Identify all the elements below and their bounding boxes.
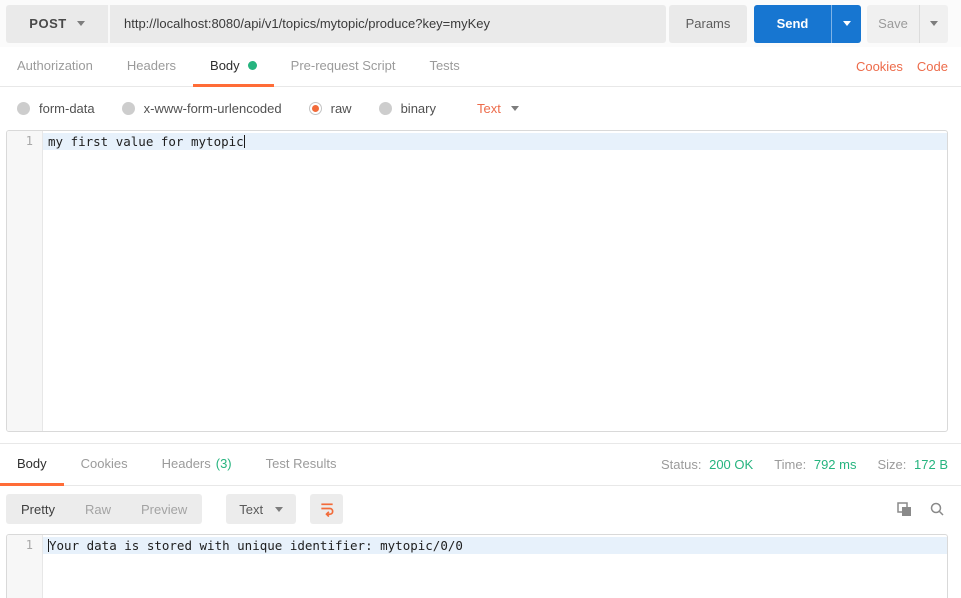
text-cursor xyxy=(243,135,245,148)
code-link[interactable]: Code xyxy=(910,47,961,86)
size-pair: Size: 172 B xyxy=(877,457,948,472)
chevron-down-icon xyxy=(842,21,851,26)
save-options-button[interactable] xyxy=(919,4,948,43)
radio-x-www-form-urlencoded[interactable]: x-www-form-urlencoded xyxy=(121,101,282,116)
status-value: 200 OK xyxy=(709,457,754,472)
search-response-button[interactable] xyxy=(926,498,948,520)
tab-label: Cookies xyxy=(80,456,128,471)
format-label: Text xyxy=(477,101,501,116)
url-field-group: POST Params xyxy=(6,4,747,43)
radio-raw[interactable]: raw xyxy=(308,101,352,116)
radio-icon xyxy=(378,102,392,115)
time-label: Time: xyxy=(774,457,807,472)
line-number-gutter: 1 xyxy=(7,535,43,598)
cookies-link[interactable]: Cookies xyxy=(849,47,910,86)
radio-icon xyxy=(17,102,30,115)
radio-label: x-www-form-urlencoded xyxy=(143,101,282,116)
body-type-bar: form-data x-www-form-urlencoded raw bina… xyxy=(0,87,961,130)
time-pair: Time: 792 ms xyxy=(774,457,856,472)
tab-label: Tests xyxy=(429,58,460,73)
tab-body[interactable]: Body xyxy=(193,47,274,87)
send-button[interactable]: Send xyxy=(754,4,831,43)
status-pair: Status: 200 OK xyxy=(661,457,753,472)
radio-label: raw xyxy=(330,101,352,116)
wrap-text-icon xyxy=(320,503,334,517)
send-options-button[interactable] xyxy=(831,4,861,43)
code-line: my first value for mytopic xyxy=(43,133,947,150)
body-modified-dot xyxy=(247,61,257,70)
response-view-toolbar: Pretty Raw Preview Text xyxy=(0,486,961,532)
line-number: 1 xyxy=(25,134,33,148)
radio-label: binary xyxy=(400,101,436,116)
response-tabs: Body Cookies Headers (3) Test Results St… xyxy=(0,444,961,486)
method-label: POST xyxy=(29,16,67,31)
body-format-select[interactable]: Text xyxy=(477,101,519,116)
tab-test-results[interactable]: Test Results xyxy=(249,444,354,486)
tab-pre-request-script[interactable]: Pre-request Script xyxy=(274,47,413,87)
radio-binary[interactable]: binary xyxy=(378,101,436,116)
view-preview-button[interactable]: Preview xyxy=(126,494,202,524)
radio-selected-icon xyxy=(308,102,322,115)
tab-response-cookies[interactable]: Cookies xyxy=(64,444,145,486)
radio-form-data[interactable]: form-data xyxy=(17,101,95,116)
response-meta: Status: 200 OK Time: 792 ms Size: 172 B xyxy=(661,444,961,485)
view-pretty-button[interactable]: Pretty xyxy=(6,494,70,524)
code-text: my first value for mytopic xyxy=(48,134,244,149)
chevron-down-icon xyxy=(510,106,519,111)
tab-label: Pre-request Script xyxy=(290,58,396,73)
send-button-group: Send xyxy=(754,4,861,43)
radio-icon xyxy=(121,102,135,115)
code-area[interactable]: Your data is stored with unique identifi… xyxy=(43,535,947,598)
save-button-group: Save xyxy=(867,4,948,43)
copy-response-button[interactable] xyxy=(893,498,915,520)
code-area[interactable]: my first value for mytopic xyxy=(43,131,947,431)
chevron-down-icon xyxy=(275,506,284,512)
response-body-viewer[interactable]: 1 Your data is stored with unique identi… xyxy=(6,534,948,598)
code-line: Your data is stored with unique identifi… xyxy=(43,537,947,554)
format-label: Text xyxy=(239,501,264,517)
headers-count-badge: (3) xyxy=(215,456,232,471)
tab-label: Headers xyxy=(126,58,177,73)
request-url-bar: POST Params Send Save xyxy=(0,0,961,47)
tab-tests[interactable]: Tests xyxy=(412,47,476,87)
tab-label: Body xyxy=(210,58,240,73)
chevron-down-icon xyxy=(76,21,85,26)
tab-headers[interactable]: Headers xyxy=(110,47,193,87)
time-value: 792 ms xyxy=(813,457,857,472)
radio-label: form-data xyxy=(39,101,95,116)
tab-response-headers[interactable]: Headers (3) xyxy=(145,444,249,486)
url-input[interactable] xyxy=(110,4,666,43)
line-number-gutter: 1 xyxy=(7,131,43,431)
tab-label: Headers xyxy=(161,456,211,471)
tab-label: Body xyxy=(17,456,47,471)
method-select[interactable]: POST xyxy=(6,4,110,43)
copy-icon xyxy=(897,502,911,516)
postman-request-view: POST Params Send Save Authorization Head… xyxy=(0,0,961,598)
response-format-select[interactable]: Text xyxy=(226,494,297,524)
line-number: 1 xyxy=(25,538,33,552)
status-label: Status: xyxy=(661,457,702,472)
size-label: Size: xyxy=(877,457,907,472)
view-mode-group: Pretty Raw Preview xyxy=(6,494,203,524)
view-raw-button[interactable]: Raw xyxy=(70,494,126,524)
search-icon xyxy=(930,502,944,516)
tab-label: Authorization xyxy=(17,58,93,73)
save-button[interactable]: Save xyxy=(867,4,919,43)
size-value: 172 B xyxy=(914,457,948,472)
chevron-down-icon xyxy=(930,21,938,26)
tab-label: Test Results xyxy=(265,456,337,471)
wrap-text-button[interactable] xyxy=(310,494,344,524)
request-body-editor[interactable]: 1 my first value for mytopic xyxy=(6,130,948,432)
code-text: Your data is stored with unique identifi… xyxy=(49,538,463,553)
tab-authorization[interactable]: Authorization xyxy=(0,47,110,87)
request-tabs: Authorization Headers Body Pre-request S… xyxy=(0,47,961,87)
params-button[interactable]: Params xyxy=(669,4,747,43)
tab-response-body[interactable]: Body xyxy=(0,444,64,486)
